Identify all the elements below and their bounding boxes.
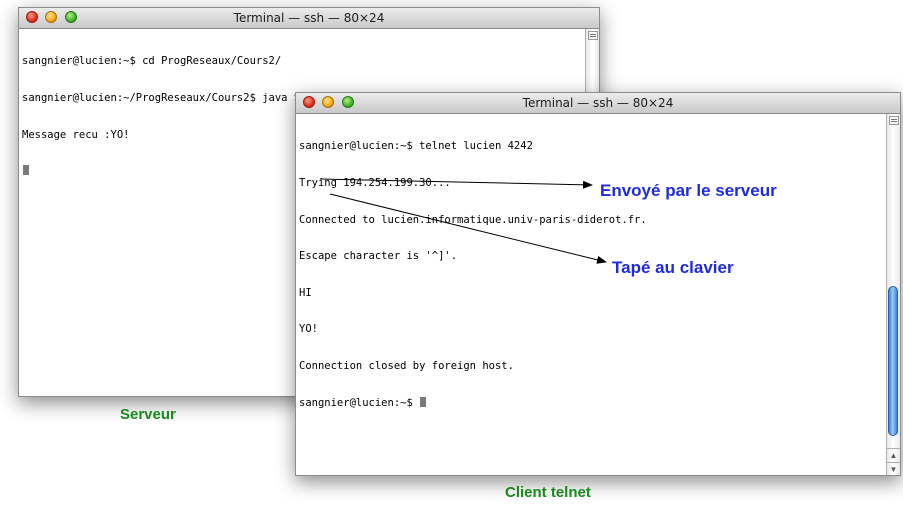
client-window-title: Terminal — ssh — 80×24 bbox=[522, 96, 674, 110]
terminal-line: Connection closed by foreign host. bbox=[299, 359, 514, 372]
server-caption: Serveur bbox=[120, 406, 176, 423]
server-window-titlebar[interactable]: Terminal — ssh — 80×24 bbox=[19, 8, 599, 29]
server-window-title: Terminal — ssh — 80×24 bbox=[233, 11, 385, 25]
terminal-line: sangnier@lucien:~$ telnet lucien 4242 bbox=[299, 140, 533, 153]
client-terminal-output[interactable]: sangnier@lucien:~$ telnet lucien 4242 Tr… bbox=[299, 116, 647, 433]
terminal-line: YO! bbox=[299, 323, 318, 336]
split-pane-icon[interactable] bbox=[889, 116, 899, 125]
terminal-prompt: sangnier@lucien:~$ bbox=[299, 396, 420, 409]
terminal-line: sangnier@lucien:~$ cd ProgReseaux/Cours2… bbox=[22, 55, 282, 68]
sent-by-server-label: Envoyé par le serveur bbox=[600, 181, 777, 200]
client-caption: Client telnet bbox=[505, 484, 591, 501]
terminal-line: Trying 194.254.199.30... bbox=[299, 177, 451, 189]
terminal-line: Escape character is '^]'. bbox=[299, 250, 458, 263]
scroll-thumb[interactable] bbox=[888, 286, 898, 436]
client-terminal-window[interactable]: Terminal — ssh — 80×24 sangnier@lucien:~… bbox=[295, 92, 901, 476]
typed-on-keyboard-label: Tapé au clavier bbox=[612, 258, 734, 277]
scroll-down-icon[interactable]: ▼ bbox=[887, 462, 900, 475]
scroll-up-icon[interactable]: ▲ bbox=[887, 448, 900, 461]
terminal-line: Connected to lucien.informatique.univ-pa… bbox=[299, 213, 647, 226]
terminal-line: HI bbox=[299, 286, 312, 299]
terminal-cursor bbox=[420, 396, 427, 407]
client-window-titlebar[interactable]: Terminal — ssh — 80×24 bbox=[296, 93, 900, 114]
split-pane-icon[interactable] bbox=[588, 31, 598, 40]
client-scrollbar[interactable]: ▲ ▼ bbox=[886, 114, 900, 475]
terminal-prompt-line: sangnier@lucien:~$ bbox=[299, 396, 647, 409]
terminal-cursor bbox=[23, 165, 29, 176]
